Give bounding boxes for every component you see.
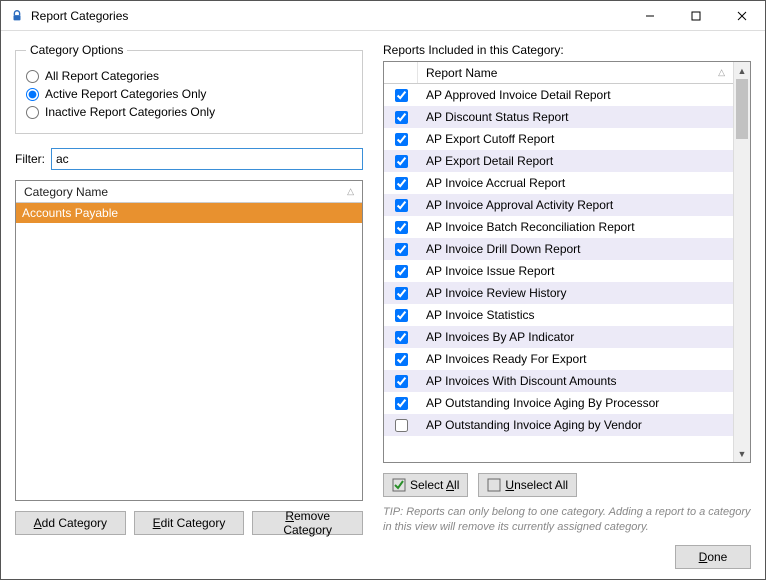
report-checkbox[interactable] — [395, 111, 408, 124]
remove-category-button[interactable]: Remove Category — [252, 511, 363, 535]
report-row[interactable]: AP Discount Status Report — [384, 106, 733, 128]
window-controls — [627, 1, 765, 30]
report-name: AP Invoice Drill Down Report — [418, 242, 733, 256]
category-list-header[interactable]: Category Name △ — [16, 181, 362, 203]
radio-active-categories[interactable]: Active Report Categories Only — [26, 87, 352, 101]
scroll-up-icon[interactable]: ▲ — [734, 62, 750, 79]
report-row[interactable]: AP Invoice Batch Reconciliation Report — [384, 216, 733, 238]
report-name: AP Invoice Batch Reconciliation Report — [418, 220, 733, 234]
tip-text: TIP: Reports can only belong to one cate… — [383, 505, 751, 535]
report-checkbox[interactable] — [395, 265, 408, 278]
radio-inactive-categories[interactable]: Inactive Report Categories Only — [26, 105, 352, 119]
report-row[interactable]: AP Outstanding Invoice Aging by Vendor — [384, 414, 733, 436]
report-checkbox[interactable] — [395, 177, 408, 190]
uncheck-icon — [487, 478, 501, 492]
reports-listbox[interactable]: Report Name △ AP Approved Invoice Detail… — [383, 61, 751, 463]
report-row[interactable]: AP Invoices With Discount Amounts — [384, 370, 733, 392]
titlebar: Report Categories — [1, 1, 765, 31]
report-checkbox[interactable] — [395, 199, 408, 212]
report-checkbox[interactable] — [395, 155, 408, 168]
report-name: AP Invoice Review History — [418, 286, 733, 300]
window-title: Report Categories — [31, 9, 627, 23]
filter-input[interactable] — [51, 148, 363, 170]
report-row[interactable]: AP Export Cutoff Report — [384, 128, 733, 150]
done-button[interactable]: Done — [675, 545, 751, 569]
reports-scrollbar[interactable]: ▲ ▼ — [733, 62, 750, 462]
reports-label: Reports Included in this Category: — [383, 43, 751, 57]
reports-header[interactable]: Report Name △ — [384, 62, 733, 84]
report-name: AP Invoices Ready For Export — [418, 352, 733, 366]
report-row[interactable]: AP Invoice Drill Down Report — [384, 238, 733, 260]
report-checkbox[interactable] — [395, 221, 408, 234]
edit-category-rest: dit Category — [161, 516, 226, 530]
report-row[interactable]: AP Export Detail Report — [384, 150, 733, 172]
minimize-button[interactable] — [627, 1, 673, 30]
report-name: AP Outstanding Invoice Aging by Vendor — [418, 418, 733, 432]
radio-active-input[interactable] — [26, 88, 39, 101]
category-list-item[interactable]: Accounts Payable — [16, 203, 362, 223]
category-options-legend: Category Options — [26, 43, 127, 57]
maximize-button[interactable] — [673, 1, 719, 30]
report-name: AP Discount Status Report — [418, 110, 733, 124]
sort-ascending-icon: △ — [347, 186, 354, 197]
report-name: AP Invoices With Discount Amounts — [418, 374, 733, 388]
report-row[interactable]: AP Invoice Approval Activity Report — [384, 194, 733, 216]
report-row[interactable]: AP Invoice Review History — [384, 282, 733, 304]
radio-all-input[interactable] — [26, 70, 39, 83]
report-row[interactable]: AP Invoice Statistics — [384, 304, 733, 326]
add-category-rest: dd Category — [42, 516, 107, 530]
report-row[interactable]: AP Outstanding Invoice Aging By Processo… — [384, 392, 733, 414]
scroll-down-icon[interactable]: ▼ — [734, 445, 750, 462]
radio-all-label: All Report Categories — [45, 69, 159, 83]
radio-inactive-input[interactable] — [26, 106, 39, 119]
report-row[interactable]: AP Invoice Issue Report — [384, 260, 733, 282]
report-name: AP Approved Invoice Detail Report — [418, 88, 733, 102]
report-checkbox[interactable] — [395, 287, 408, 300]
report-checkbox[interactable] — [395, 419, 408, 432]
reports-header-label: Report Name — [426, 66, 497, 80]
scroll-thumb[interactable] — [736, 79, 748, 139]
report-checkbox[interactable] — [395, 331, 408, 344]
report-name: AP Invoice Issue Report — [418, 264, 733, 278]
report-name: AP Invoices By AP Indicator — [418, 330, 733, 344]
category-options-group: Category Options All Report Categories A… — [15, 43, 363, 134]
radio-all-categories[interactable]: All Report Categories — [26, 69, 352, 83]
report-name: AP Invoice Accrual Report — [418, 176, 733, 190]
report-name: AP Invoice Statistics — [418, 308, 733, 322]
app-lock-icon — [9, 8, 25, 24]
add-category-button[interactable]: Add Category — [15, 511, 126, 535]
report-checkbox[interactable] — [395, 309, 408, 322]
report-name: AP Outstanding Invoice Aging By Processo… — [418, 396, 733, 410]
report-checkbox[interactable] — [395, 397, 408, 410]
done-rest: one — [707, 550, 727, 564]
report-row[interactable]: AP Invoices By AP Indicator — [384, 326, 733, 348]
report-checkbox[interactable] — [395, 353, 408, 366]
select-all-button[interactable]: Select All — [383, 473, 468, 497]
report-row[interactable]: AP Invoice Accrual Report — [384, 172, 733, 194]
report-checkbox[interactable] — [395, 133, 408, 146]
check-icon — [392, 478, 406, 492]
unselect-all-button[interactable]: Unselect All — [478, 473, 577, 497]
edit-category-button[interactable]: Edit Category — [134, 511, 245, 535]
report-row[interactable]: AP Invoices Ready For Export — [384, 348, 733, 370]
report-checkbox[interactable] — [395, 375, 408, 388]
sort-ascending-icon: △ — [718, 67, 725, 78]
report-name: AP Export Cutoff Report — [418, 132, 733, 146]
category-list-header-label: Category Name — [24, 185, 108, 199]
close-button[interactable] — [719, 1, 765, 30]
report-row[interactable]: AP Approved Invoice Detail Report — [384, 84, 733, 106]
category-listbox[interactable]: Category Name △ Accounts Payable — [15, 180, 363, 501]
filter-label: Filter: — [15, 152, 45, 166]
report-name: AP Invoice Approval Activity Report — [418, 198, 733, 212]
radio-inactive-label: Inactive Report Categories Only — [45, 105, 215, 119]
report-name: AP Export Detail Report — [418, 154, 733, 168]
radio-active-label: Active Report Categories Only — [45, 87, 206, 101]
report-checkbox[interactable] — [395, 243, 408, 256]
report-checkbox[interactable] — [395, 89, 408, 102]
